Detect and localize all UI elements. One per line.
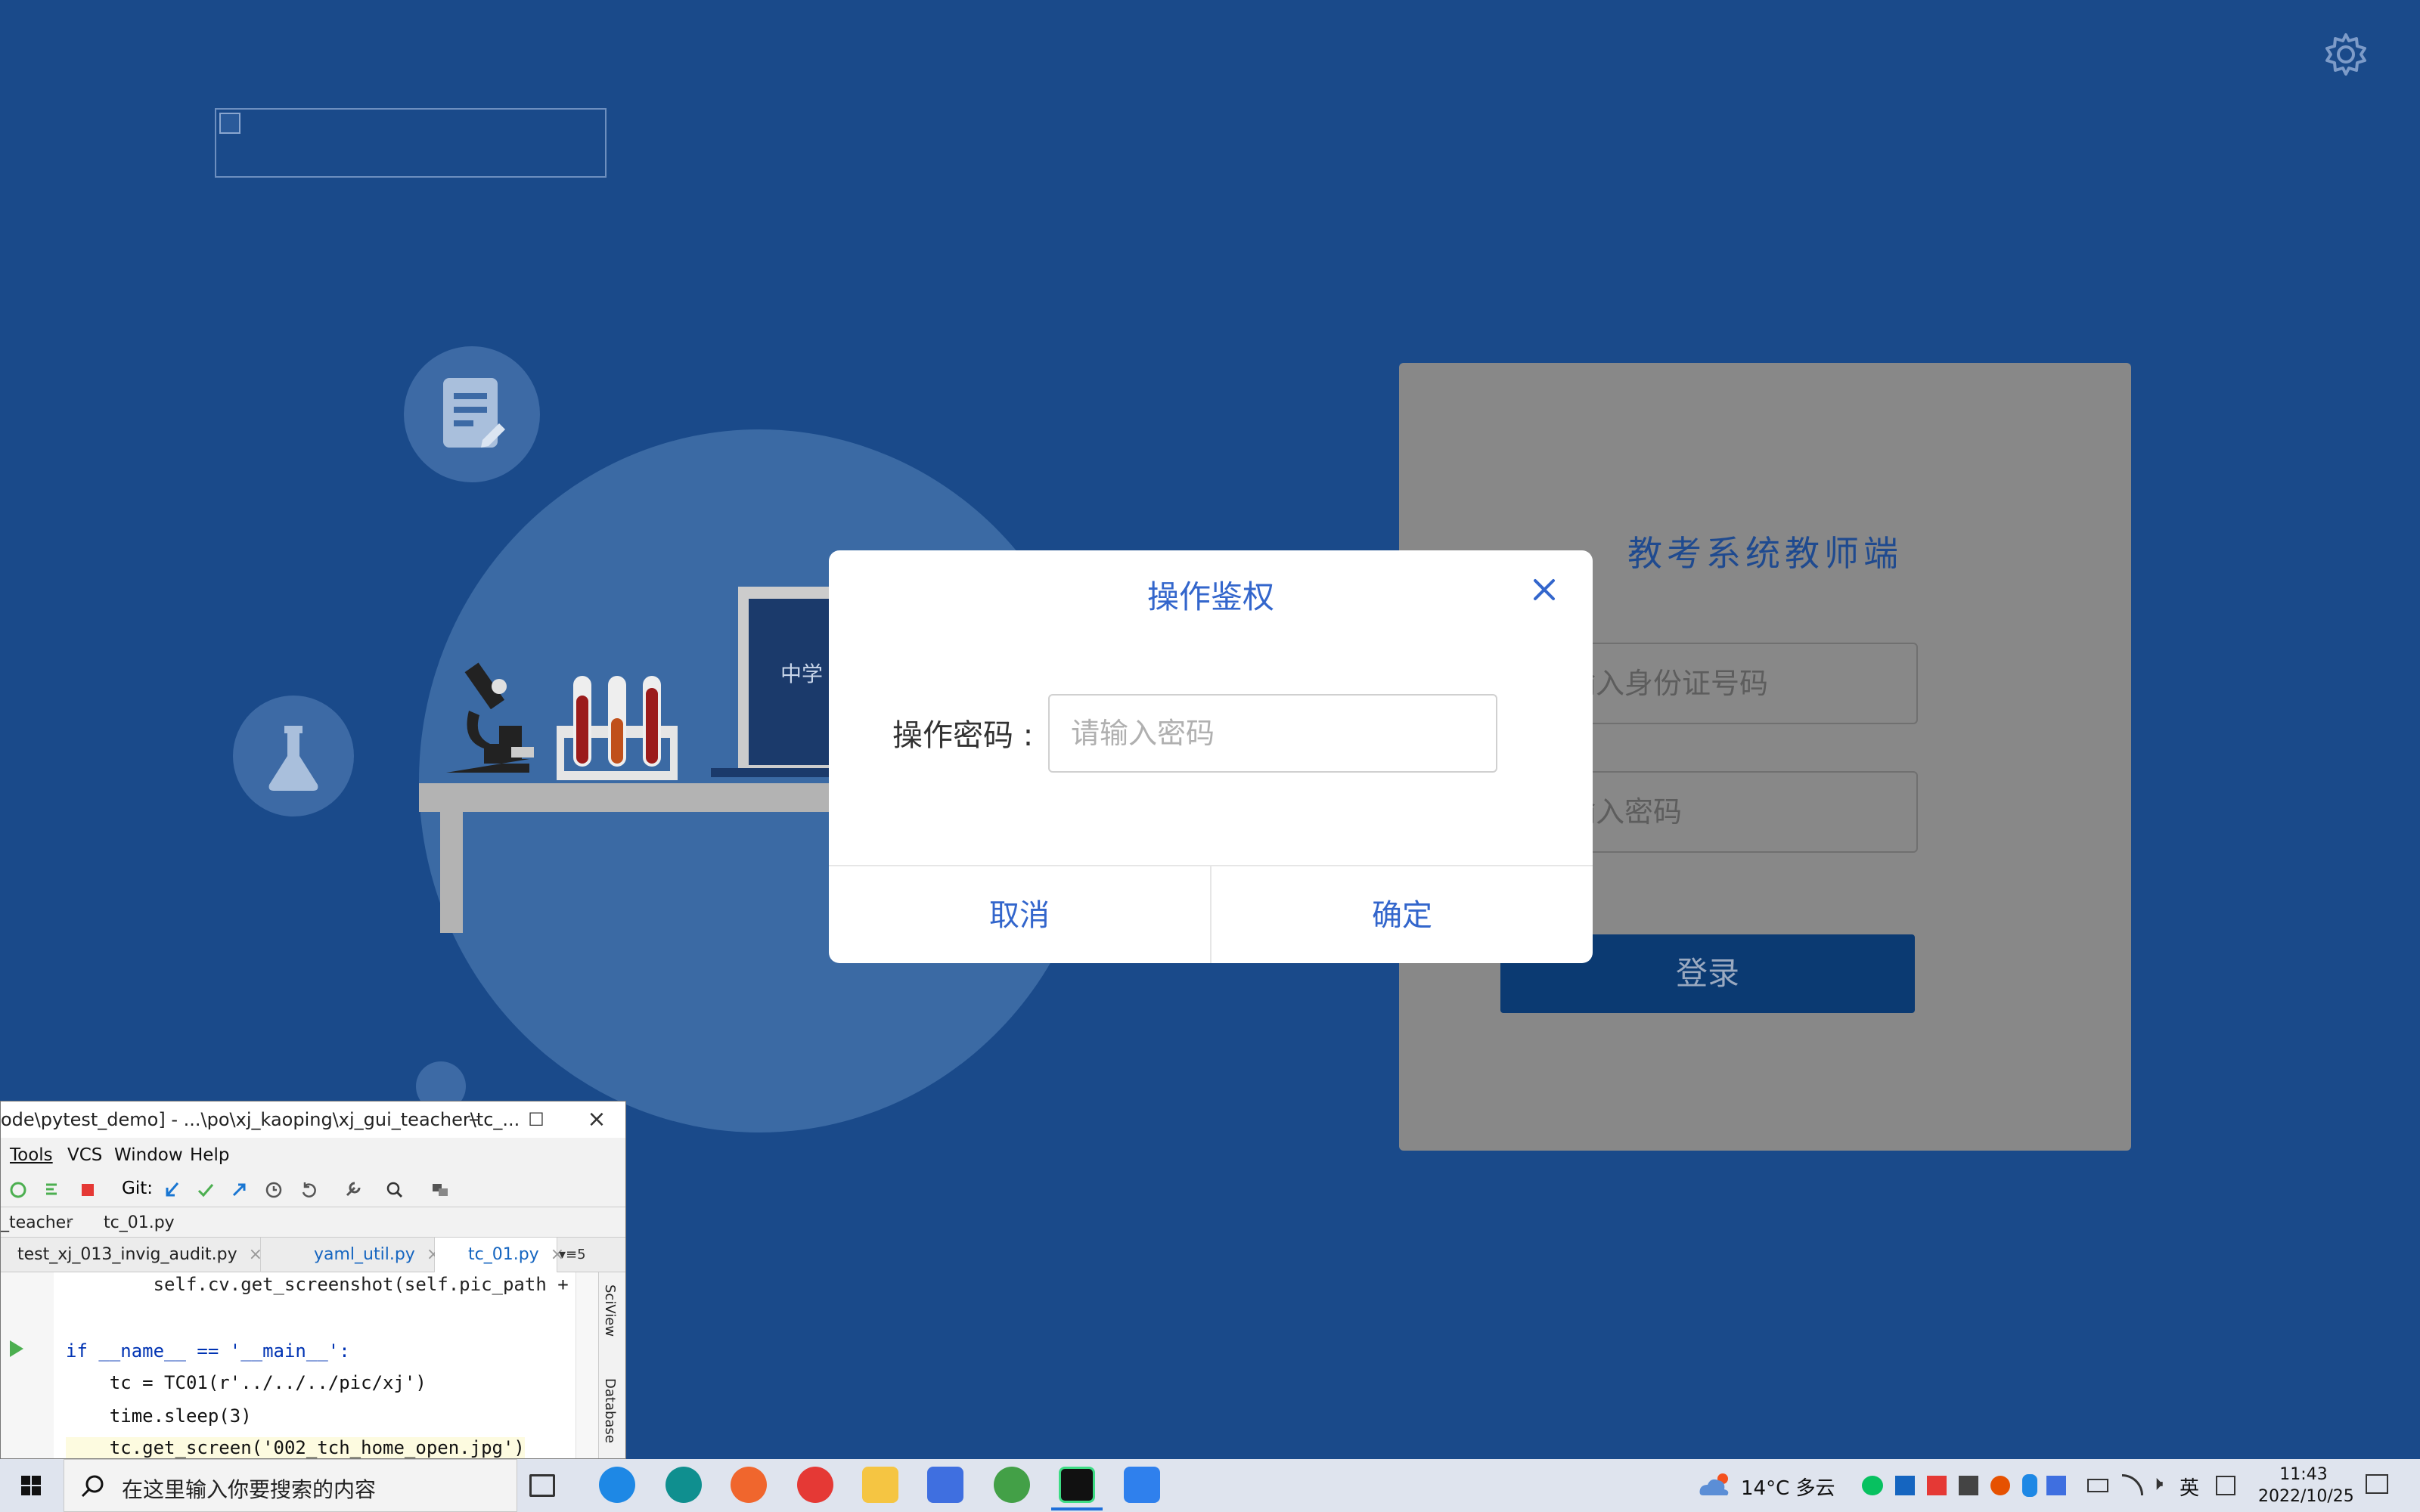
tray-app-icon[interactable] xyxy=(2046,1476,2066,1495)
weather-cloud-icon xyxy=(1699,1473,1729,1495)
editor-tabs: test_xj_013_invig_audit.py × yaml_util.p… xyxy=(1,1238,625,1272)
menu-vcs[interactable]: VCS xyxy=(67,1145,102,1165)
logo-image xyxy=(215,108,607,178)
chrome-icon[interactable] xyxy=(797,1467,833,1503)
dialog-title: 操作鉴权 xyxy=(1146,578,1274,615)
wechat-icon[interactable] xyxy=(1862,1476,1883,1495)
clock-time: 11:43 xyxy=(2279,1465,2328,1484)
wifi-icon[interactable] xyxy=(2122,1474,2143,1495)
file-explorer-icon[interactable] xyxy=(862,1467,898,1503)
breadcrumb-separator-icon: › xyxy=(66,1212,73,1231)
git-push-icon[interactable] xyxy=(229,1180,249,1200)
bluetooth-icon[interactable] xyxy=(2022,1474,2037,1497)
password-label: 操作密码 : xyxy=(892,718,1034,753)
code-line: tc = TC01(r'../../../pic/xj') xyxy=(66,1372,427,1393)
weather-text[interactable]: 14°C 多云 xyxy=(1741,1473,1835,1501)
settings-gear-icon[interactable] xyxy=(2323,32,2369,77)
search-icon xyxy=(81,1475,104,1498)
ide-menubar: Tools VCS Window Help xyxy=(1,1138,625,1171)
ide-toolbar: Git: xyxy=(1,1171,625,1207)
breadcrumb-file[interactable]: tc_01.py xyxy=(104,1213,175,1232)
run-gutter-icon[interactable] xyxy=(7,1339,25,1359)
breadcrumb-folder[interactable]: _teacher xyxy=(1,1213,73,1232)
laptop-screen-text: 中学 xyxy=(780,662,824,686)
menu-help[interactable]: Help xyxy=(190,1145,229,1165)
ide-window: ode\pytest_demo] - ...\po\xj_kaoping\xj_… xyxy=(0,1101,626,1459)
code-editor[interactable]: self.cv.get_screenshot(self.pic_path + p… xyxy=(1,1272,601,1458)
tray-app-icon[interactable] xyxy=(1927,1476,1947,1495)
breadcrumb: _teacher › tc_01.py xyxy=(1,1207,625,1238)
rollback-icon[interactable] xyxy=(299,1180,318,1200)
tab-overflow-count: 5 xyxy=(577,1247,586,1263)
tab-yaml-util[interactable]: yaml_util.py × xyxy=(261,1238,440,1272)
broken-image-icon xyxy=(219,113,240,134)
notes-app-icon[interactable] xyxy=(927,1467,963,1503)
dialog-footer: 取消 确定 xyxy=(829,865,1593,963)
confirm-button[interactable]: 确定 xyxy=(1212,866,1593,963)
clock-date: 2022/10/25 xyxy=(2258,1487,2354,1506)
ide-title: ode\pytest_demo] - ...\po\xj_kaoping\xj_… xyxy=(1,1109,520,1130)
git-label: Git: xyxy=(122,1179,153,1198)
clock[interactable]: 11:43 2022/10/25 xyxy=(2258,1464,2354,1507)
flask-bubble xyxy=(233,696,354,816)
task-view-icon[interactable] xyxy=(529,1474,555,1497)
tray-app-icon[interactable] xyxy=(1895,1476,1915,1495)
pycharm-icon[interactable] xyxy=(1059,1467,1095,1503)
stop-icon[interactable] xyxy=(78,1180,98,1200)
tray-app-icon[interactable] xyxy=(1990,1476,2010,1495)
edge-browser-icon[interactable] xyxy=(666,1467,702,1503)
ide-titlebar[interactable]: ode\pytest_demo] - ...\po\xj_kaoping\xj_… xyxy=(1,1101,625,1138)
code-line: self.cv.get_screenshot(self.pic_path + p… xyxy=(66,1274,602,1295)
notification-icon[interactable] xyxy=(2366,1474,2388,1494)
app-window-icon[interactable] xyxy=(1124,1467,1160,1503)
operation-password-input[interactable]: 请输入密码 xyxy=(1048,694,1497,773)
close-icon[interactable] xyxy=(1528,573,1561,606)
git-update-icon[interactable] xyxy=(163,1180,182,1200)
flask-icon xyxy=(268,726,318,791)
run-list-icon[interactable] xyxy=(43,1180,63,1200)
auth-dialog: 操作鉴权 操作密码 : 请输入密码 取消 确定 xyxy=(829,550,1593,963)
code-line: tc.get_screen('002_tch_home_open.jpg') xyxy=(66,1437,525,1458)
edit-document-icon xyxy=(443,378,505,448)
notes-bubble xyxy=(404,346,540,482)
search-icon[interactable] xyxy=(385,1180,405,1200)
rerun-icon[interactable] xyxy=(8,1180,28,1200)
cancel-button[interactable]: 取消 xyxy=(829,866,1210,963)
tray-app-icon[interactable] xyxy=(1959,1476,1978,1495)
search-placeholder: 在这里输入你要搜索的内容 xyxy=(122,1477,377,1502)
windows-start-icon[interactable] xyxy=(0,1459,64,1512)
firefox-icon[interactable] xyxy=(731,1467,767,1503)
battery-icon[interactable] xyxy=(2087,1479,2108,1492)
ime-mode-icon[interactable] xyxy=(2216,1476,2235,1495)
taskbar-search-box[interactable]: 在这里输入你要搜索的内容 xyxy=(64,1459,517,1512)
menu-tools[interactable]: Tools xyxy=(10,1145,53,1165)
ime-language[interactable]: 英 xyxy=(2180,1473,2199,1501)
right-tool-panel: SciView Database xyxy=(598,1272,625,1458)
minimize-button[interactable]: – xyxy=(459,1105,489,1135)
database-tab[interactable]: Database xyxy=(602,1378,618,1443)
git-commit-icon[interactable] xyxy=(196,1180,216,1200)
code-line: time.sleep(3) xyxy=(66,1405,252,1427)
history-icon[interactable] xyxy=(264,1180,284,1200)
translate-icon[interactable] xyxy=(430,1180,450,1200)
editor-scrollbar[interactable] xyxy=(576,1272,598,1458)
ie-browser-icon[interactable] xyxy=(599,1467,635,1503)
maximize-button[interactable]: ☐ xyxy=(521,1105,551,1135)
pycharm-active-indicator xyxy=(1051,1507,1103,1510)
settings-wrench-icon[interactable] xyxy=(343,1180,362,1200)
taskbar: 在这里输入你要搜索的内容 14°C 多云 🕨 英 11:43 2022/10/2… xyxy=(0,1459,2420,1512)
code-line: if __name__ == '__main__': xyxy=(66,1340,350,1362)
tab-test-xj-013[interactable]: test_xj_013_invig_audit.py × xyxy=(1,1238,262,1272)
editor-gutter xyxy=(1,1272,54,1458)
menu-window[interactable]: Window xyxy=(114,1145,183,1165)
tab-label: tc_01.py xyxy=(468,1245,539,1264)
tab-tc-01[interactable]: tc_01.py × xyxy=(435,1238,564,1272)
window-close-button[interactable]: × xyxy=(582,1105,612,1135)
sciview-tab[interactable]: SciView xyxy=(602,1284,618,1337)
tab-label: yaml_util.py xyxy=(314,1245,415,1264)
tab-label: test_xj_013_invig_audit.py xyxy=(17,1245,237,1264)
chrome-alt-icon[interactable] xyxy=(994,1467,1030,1503)
tab-overflow-button[interactable]: ▾≡5 xyxy=(559,1238,597,1272)
volume-icon[interactable]: 🕨 xyxy=(2151,1473,2163,1496)
